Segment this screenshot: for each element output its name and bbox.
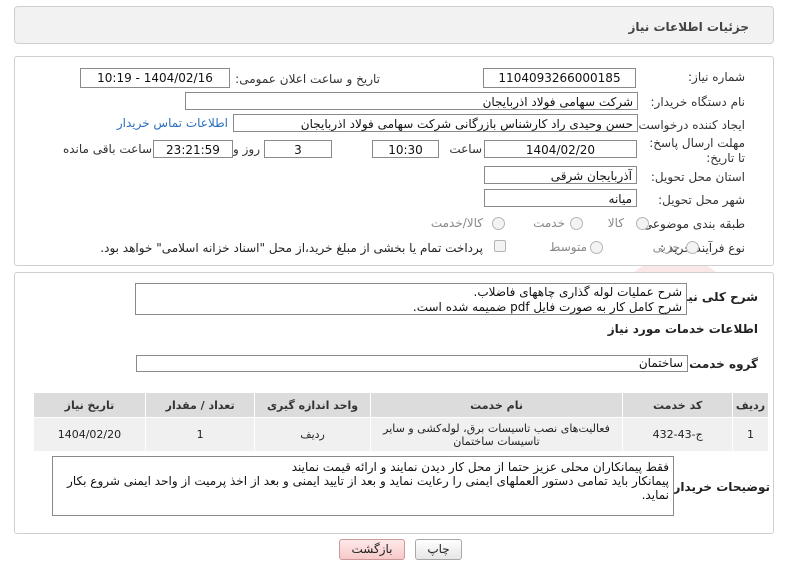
col-row: ردیف (731, 392, 770, 418)
process-radio-medium[interactable] (590, 241, 603, 254)
col-date: تاریخ نیاز (33, 392, 146, 418)
cell-code: ج-43-432 (622, 417, 733, 452)
announce-date-label: تاریخ و ساعت اعلان عمومی: (235, 72, 380, 86)
back-button[interactable]: بازگشت (339, 539, 405, 560)
cell-unit: ردیف (254, 417, 371, 452)
col-name: نام خدمت (369, 392, 624, 418)
description-textarea[interactable]: شرح عملیات لوله گذاری چاههای فاضلاب. شرح… (135, 283, 687, 315)
service-group-field: ساختمان (136, 355, 688, 372)
buyer-notes-line-1: فقط پیمانکاران محلی عزیز حتما از محل کار… (291, 460, 669, 474)
buyer-notes-textarea[interactable]: فقط پیمانکاران محلی عزیز حتما از محل کار… (52, 456, 674, 516)
need-number-label: شماره نیاز: (688, 70, 745, 84)
deadline-date-field: 1404/02/20 (484, 140, 637, 158)
need-number-field: 1104093266000185 (483, 68, 636, 88)
category-label: طبقه بندی موضوعی: (638, 217, 745, 231)
days-label: روز و (233, 142, 260, 156)
buyer-notes-label: توضیحات خریدار: (668, 480, 770, 494)
service-group-label: گروه خدمت: (684, 357, 758, 371)
category-radio-goods-service[interactable] (492, 217, 505, 230)
category-radio-goods[interactable] (636, 217, 649, 230)
remaining-time-field: 23:21:59 (153, 140, 233, 158)
header-bar: جزئیات اطلاعات نیاز (14, 6, 774, 44)
days-field: 3 (264, 140, 332, 158)
category-radio-service[interactable] (570, 217, 583, 230)
cell-qty: 1 (144, 417, 256, 452)
category-option-goods-service: کالا/خدمت (430, 216, 483, 230)
province-label: استان محل تحویل: (650, 170, 745, 184)
announce-date-field: 1404/02/16 - 10:19 (80, 68, 230, 88)
buyer-org-field: شرکت سهامی فولاد اذربایجان (185, 92, 638, 110)
buyer-org-label: نام دستگاه خریدار: (650, 95, 746, 109)
print-button[interactable]: چاپ (415, 539, 462, 560)
col-code: کد خدمت (622, 392, 733, 418)
deadline-time-field: 10:30 (372, 140, 439, 158)
description-line-1: شرح عملیات لوله گذاری چاههای فاضلاب. (473, 285, 682, 299)
cell-date: 1404/02/20 (33, 417, 146, 452)
buyer-notes-line-2: پیمانکار باید تمامی دستور العملهای ایمنی… (67, 474, 669, 488)
page-title: جزئیات اطلاعات نیاز (628, 20, 749, 34)
buyer-notes-line-3: نماید. (641, 488, 669, 502)
services-section-title: اطلاعات خدمات مورد نیاز (607, 322, 758, 336)
buyer-contact-link[interactable]: اطلاعات تماس خریدار (117, 116, 228, 130)
deadline-time-label: ساعت (449, 142, 482, 156)
deadline-label: مهلت ارسال پاسخ: تا تاریخ: (649, 136, 745, 165)
table-row: 1 ج-43-432 فعالیت‌های نصب تاسیسات برق، ل… (33, 417, 770, 452)
process-option-minor: جزیی (652, 240, 680, 254)
col-qty: تعداد / مقدار (144, 392, 256, 418)
treasury-payment-checkbox[interactable] (494, 240, 506, 252)
process-option-medium: متوسط (549, 240, 587, 254)
category-option-goods: کالا (607, 216, 624, 230)
services-table-header: ردیف کد خدمت نام خدمت واحد اندازه گیری ت… (33, 392, 770, 418)
cell-name: فعالیت‌های نصب تاسیسات برق، لوله‌کشی و س… (369, 417, 624, 452)
cell-row: 1 (731, 417, 770, 452)
treasury-payment-note: پرداخت تمام یا بخشی از مبلغ خرید،از محل … (100, 241, 483, 255)
creator-field: حسن وحیدی راد کارشناس بازرگانی شرکت سهام… (233, 114, 638, 132)
remaining-time-label: ساعت باقی مانده (62, 142, 152, 156)
city-label: شهر محل تحویل: (658, 193, 745, 207)
province-field: آذربایجان شرقی (484, 166, 637, 184)
creator-label: ایجاد کننده درخواست: (634, 118, 745, 132)
col-unit: واحد اندازه گیری (254, 392, 371, 418)
category-option-service: خدمت (533, 216, 565, 230)
services-table: ردیف کد خدمت نام خدمت واحد اندازه گیری ت… (33, 392, 770, 452)
city-field: میانه (484, 189, 637, 207)
process-radio-minor[interactable] (686, 241, 699, 254)
description-line-2: شرح کامل کار به صورت فایل pdf ضمیمه شده … (412, 300, 682, 314)
